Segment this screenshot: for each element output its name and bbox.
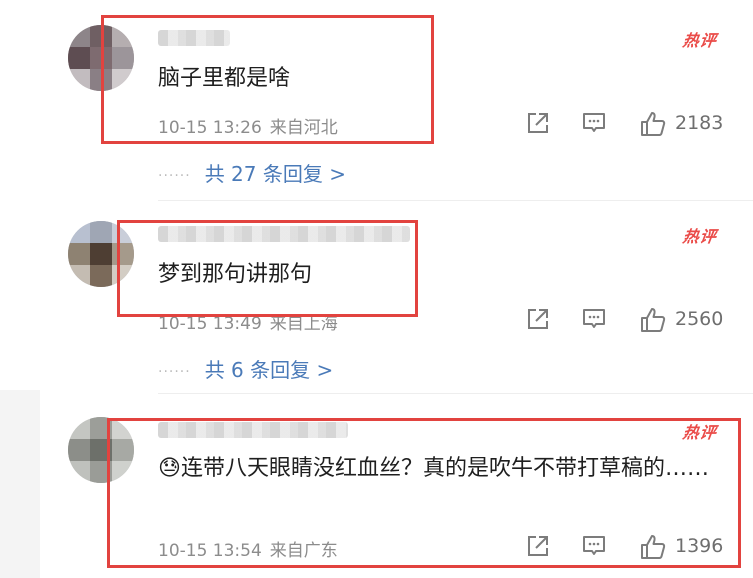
comment-location: 来自上海	[269, 314, 338, 334]
comment-button[interactable]	[581, 533, 607, 561]
like-button[interactable]: 1396	[639, 533, 729, 561]
share-icon	[528, 536, 548, 556]
comment-time: 10-15 13:54	[158, 541, 262, 561]
share-button[interactable]	[525, 306, 551, 334]
comment-time: 10-15 13:26	[158, 118, 262, 138]
username-blurred[interactable]	[158, 30, 230, 46]
avatar[interactable]	[68, 25, 134, 91]
comment-meta: 10-15 13:49 来自上海	[158, 309, 346, 334]
view-replies-link[interactable]: ······ 共 6 条回复 >	[158, 354, 333, 383]
hot-comment-badge: 热评	[681, 31, 719, 50]
like-icon	[641, 308, 666, 332]
like-icon	[641, 112, 666, 136]
dots-decoration: ······	[158, 363, 191, 380]
like-icon	[641, 535, 666, 559]
comment-item-3: 热评 😓连带八天眼睛没红血丝？真的是吹牛不带打草稿的…… 10-15 13:54…	[0, 392, 753, 578]
comment-icon	[583, 113, 605, 132]
avatar[interactable]	[68, 417, 134, 483]
like-count: 1396	[675, 535, 724, 557]
share-button[interactable]	[525, 533, 551, 561]
like-button[interactable]: 2183	[639, 110, 729, 138]
comment-location: 来自河北	[269, 118, 338, 138]
hot-comment-badge: 热评	[681, 227, 719, 246]
comment-meta: 10-15 13:54 来自广东	[158, 536, 346, 561]
comment-location: 来自广东	[269, 541, 338, 561]
comment-icon	[583, 536, 605, 555]
sweat-emoji: 😓	[158, 456, 181, 481]
like-button[interactable]: 2560	[639, 306, 729, 334]
replies-label: 共 27 条回复 >	[204, 162, 346, 186]
comment-actions: 1396	[525, 533, 723, 563]
comment-text: 梦到那句讲那句	[158, 262, 313, 287]
like-count: 2183	[675, 112, 724, 134]
share-icon	[528, 309, 548, 329]
comment-text: 😓连带八天眼睛没红血丝？真的是吹牛不带打草稿的……	[158, 452, 728, 485]
comment-button[interactable]	[581, 306, 607, 334]
view-replies-link[interactable]: ······ 共 27 条回复 >	[158, 158, 346, 187]
avatar[interactable]	[68, 221, 134, 287]
username-blurred[interactable]	[158, 226, 410, 242]
comment-item-2: 热评 梦到那句讲那句 10-15 13:49 来自上海 2560 ······ 共 …	[0, 196, 753, 396]
comment-item-1: 热评 脑子里都是啥 10-15 13:26 来自河北 2183 ······ 共 2…	[0, 0, 753, 200]
comment-meta: 10-15 13:26 来自河北	[158, 113, 346, 138]
comment-text: 脑子里都是啥	[158, 66, 291, 91]
like-count: 2560	[675, 308, 724, 330]
share-button[interactable]	[525, 110, 551, 138]
comment-time: 10-15 13:49	[158, 314, 262, 334]
comment-text-body: 连带八天眼睛没红血丝？真的是吹牛不带打草稿的……	[180, 456, 709, 481]
comment-icon	[583, 309, 605, 328]
username-blurred[interactable]	[158, 422, 348, 438]
hot-comment-badge: 热评	[681, 423, 719, 442]
comment-actions: 2560	[525, 306, 723, 336]
dots-decoration: ······	[158, 167, 191, 184]
share-icon	[528, 113, 548, 133]
comment-button[interactable]	[581, 110, 607, 138]
comment-actions: 2183	[525, 110, 723, 140]
replies-label: 共 6 条回复 >	[204, 358, 334, 382]
